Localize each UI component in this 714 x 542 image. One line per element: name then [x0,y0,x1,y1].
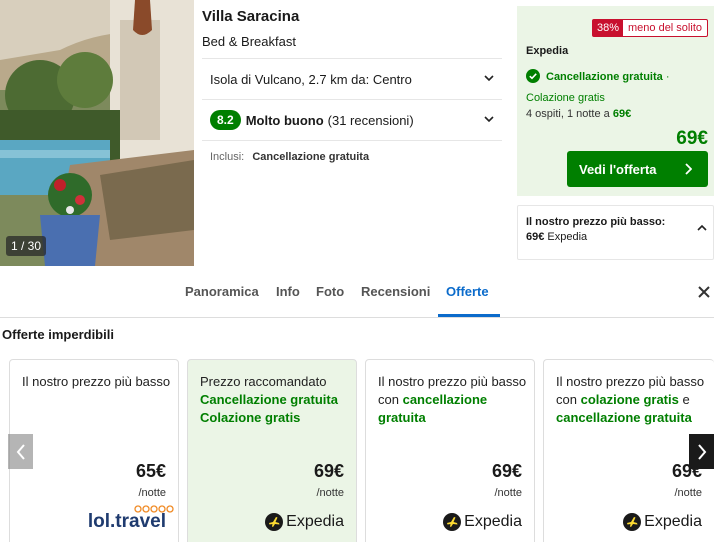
rating-row[interactable]: 8.2 Molto buono (31 recensioni) [202,99,502,141]
chevron-left-icon [16,443,25,460]
included-value: Cancellazione gratuita [252,151,370,163]
offer-price: 69€ [313,461,344,481]
offer-card-cancellation[interactable]: Il nostro prezzo più basso con cancellaz… [365,359,535,542]
location-text: Isola di Vulcano, 2.7 km da: Centro [210,72,412,87]
chevron-right-icon [697,443,706,460]
offer-description: Il nostro prezzo più basso con colazione… [556,373,706,427]
rating-badge: 8.2 [210,110,241,130]
deal-breakfast: Colazione gratis [526,92,605,104]
rating-reviews: (31 recensioni) [327,112,414,128]
tab-foto[interactable]: Foto [316,284,344,299]
carousel-prev-button[interactable] [8,434,33,469]
offer-desc-text: Prezzo raccomandato [200,374,327,389]
expedia-plane-icon [265,513,284,531]
offer-unit: /notte [674,487,702,499]
tab-offerte[interactable]: Offerte [446,284,489,299]
offer-desc-highlight: cancellazione gratuita [556,410,692,425]
close-icon[interactable] [698,286,710,298]
tab-panoramica[interactable]: Panoramica [185,284,259,299]
offer-description: Il nostro prezzo più basso con cancellaz… [378,373,528,427]
lowest-price-provider: Expedia [547,231,588,243]
active-tab-indicator [438,314,500,317]
rating-label: Molto buono [245,112,324,128]
lowest-price-box[interactable]: Il nostro prezzo più basso: 69€ Expedia [517,205,714,260]
section-title: Offerte imperdibili [2,327,114,342]
lowest-price-amount: 69€ [526,231,545,243]
offer-card-lowest[interactable]: Il nostro prezzo più basso 65€ /notte lo… [9,359,179,542]
hotel-type: Bed & Breakfast [202,34,296,49]
deal-price: 69€ [676,128,708,149]
chevron-down-icon [484,75,494,82]
offer-desc-highlight: Cancellazione gratuita [200,392,338,407]
expedia-plane-icon [443,513,462,531]
included-info: Inclusi: Cancellazione gratuita [210,151,369,163]
included-label: Inclusi: [210,151,245,163]
top-deal-box[interactable]: 38% meno del solito Expedia Cancellazion… [517,6,714,196]
hotel-photo[interactable]: 1 / 30 [0,0,194,266]
provider-name: lol.travel [87,511,166,532]
provider-name: Expedia [286,513,344,530]
discount-badge: 38% meno del solito [591,19,708,37]
discount-percent: 38% [592,20,623,36]
deal-separator: · [665,71,670,83]
offer-price: 65€ [135,461,166,481]
hotel-photo-image [0,0,194,266]
deal-features: Cancellazione gratuita · Colazione grati… [526,67,706,109]
expedia-logo: Expedia [265,511,344,533]
deal-guests-price: 69€ [612,108,632,120]
logo-dots-icon [134,505,174,513]
chevron-down-icon [484,116,494,123]
check-circle-icon [526,69,540,83]
expedia-logo: Expedia [443,511,522,533]
discount-text: meno del solito [628,22,702,34]
offer-card-recommended[interactable]: Prezzo raccomandato Cancellazione gratui… [187,359,357,542]
chevron-up-icon [697,224,707,231]
offer-unit: /notte [138,487,166,499]
location-row[interactable]: Isola di Vulcano, 2.7 km da: Centro [202,58,502,100]
tab-info[interactable]: Info [276,284,300,299]
lowest-price-value: 69€ Expedia [526,231,587,243]
offer-unit: /notte [316,487,344,499]
expedia-logo: Expedia [623,511,702,533]
photo-counter: 1 / 30 [6,236,47,256]
provider-name: Expedia [644,513,702,530]
view-deal-label: Vedi l'offerta [579,161,657,177]
hotel-name[interactable]: Villa Saracina [202,8,299,25]
lowest-price-title: Il nostro prezzo più basso: [526,216,666,228]
provider-name: Expedia [464,513,522,530]
view-deal-button[interactable]: Vedi l'offerta [567,151,708,187]
offer-price: 69€ [491,461,522,481]
expedia-plane-icon [623,513,642,531]
deal-guests-text: 4 ospiti, 1 notte a [526,108,610,120]
deal-cancellation: Cancellazione gratuita [546,71,663,83]
tab-recensioni[interactable]: Recensioni [361,284,430,299]
detail-tabs: Panoramica Info Foto Recensioni Offerte [0,266,714,318]
offer-desc-text: e [682,392,690,407]
chevron-right-icon [685,163,692,175]
offer-desc-highlight: colazione gratis [580,392,679,407]
offer-description: Prezzo raccomandato Cancellazione gratui… [200,373,350,427]
deal-provider: Expedia [526,45,569,57]
carousel-next-button[interactable] [689,434,714,469]
offer-desc-highlight: Colazione gratis [200,410,301,425]
offer-desc-text: Il nostro prezzo più basso [22,374,171,389]
deal-guests: 4 ospiti, 1 notte a 69€ [526,108,631,120]
lol-travel-logo: lol.travel [87,505,174,533]
offer-unit: /notte [494,487,522,499]
offer-description: Il nostro prezzo più basso [22,373,172,391]
